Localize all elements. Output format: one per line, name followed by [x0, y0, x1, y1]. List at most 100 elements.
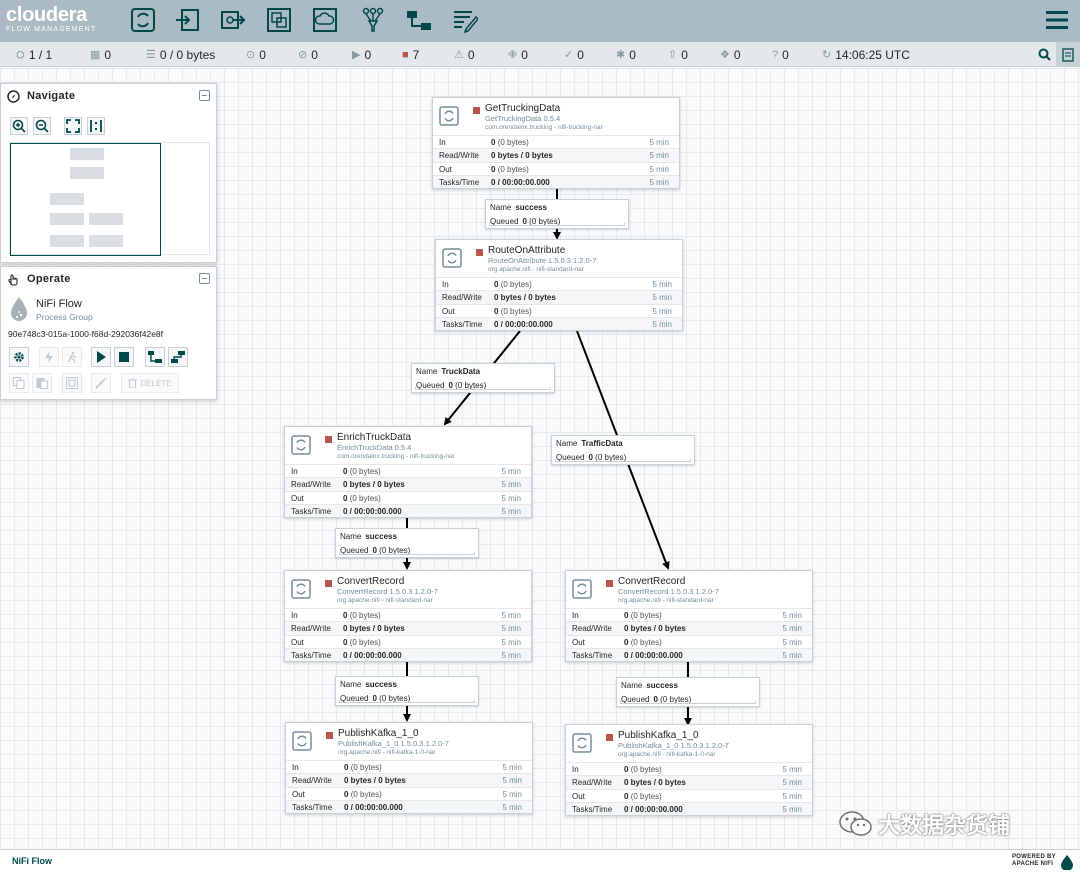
stats-out-row: Out 0 (0 bytes) 5 min — [433, 161, 679, 175]
connection-label-success[interactable]: Name success Queued 0 (0 bytes) — [335, 676, 479, 706]
invalid-status: ⚠ 0 — [454, 48, 475, 62]
processor-route-on-attribute[interactable]: RouteOnAttribute RouteOnAttribute 1.5.0.… — [435, 239, 683, 331]
out-count: 0 — [343, 637, 348, 647]
delete-button[interactable]: DELETE — [121, 373, 179, 393]
connection-name-label: Name — [556, 439, 578, 448]
stats-out-row: Out 0 (0 bytes) 5 min — [285, 634, 531, 648]
processor-convert-record-left[interactable]: ConvertRecord ConvertRecord 1.5.0.3.1.2.… — [284, 570, 532, 662]
disable-icon[interactable] — [62, 347, 82, 367]
birdseye-component — [70, 148, 104, 160]
stats-out-row: Out 0 (0 bytes) 5 min — [436, 303, 682, 317]
bulletin-board-icon[interactable] — [1056, 42, 1080, 67]
connection-label-success[interactable]: Name success Queued 0 (0 bytes) — [616, 677, 760, 707]
read-write-label: Read/Write — [439, 151, 479, 161]
out-count: 0 — [494, 306, 499, 316]
connection-label-truckdata[interactable]: Name TruckData Queued 0 (0 bytes) — [411, 363, 555, 393]
stats-window: 5 min — [501, 467, 521, 476]
create-template-icon[interactable] — [145, 347, 165, 367]
in-value: 0 (0 bytes) — [343, 467, 381, 476]
configure-icon[interactable] — [9, 347, 29, 367]
processor-name: PublishKafka_1_0 — [338, 728, 419, 739]
stopped-status-icon — [473, 107, 480, 114]
processor-stats: In 0 (0 bytes) 5 min Read/Write 0 bytes / 0… — [286, 760, 532, 814]
copy-icon[interactable] — [9, 373, 29, 393]
connection-label-success[interactable]: Name success Queued 0 (0 bytes) — [335, 528, 479, 558]
processor-publish-kafka-right[interactable]: PublishKafka_1_0 PublishKafka_1_0 1.5.0.… — [565, 724, 813, 816]
zoom-in-icon[interactable] — [10, 117, 28, 135]
stopped-status-icon — [325, 580, 332, 587]
connection-name: TrafficData — [581, 439, 623, 448]
label-icon[interactable] — [452, 7, 480, 34]
breadcrumb[interactable]: NiFi Flow — [12, 856, 52, 866]
input-port-icon[interactable] — [174, 7, 200, 33]
funnel-icon[interactable] — [360, 7, 386, 33]
zoom-out-icon[interactable] — [33, 117, 51, 135]
read-write-label: Read/Write — [572, 624, 612, 634]
out-size: (0 bytes) — [349, 637, 381, 647]
in-size: (0 bytes) — [630, 765, 662, 774]
out-label: Out — [291, 637, 304, 647]
processor-convert-record-right[interactable]: ConvertRecord ConvertRecord 1.5.0.3.1.2.… — [565, 570, 813, 662]
in-label: In — [291, 467, 298, 476]
fit-icon[interactable] — [64, 117, 82, 135]
remote-process-group-icon[interactable] — [312, 7, 338, 33]
stats-rw-row: Read/Write 0 bytes / 0 bytes 5 min — [285, 621, 531, 635]
disabled-status: ✙ 0 — [508, 48, 528, 62]
group-icon[interactable] — [62, 373, 82, 393]
in-count: 0 — [624, 765, 629, 774]
processor-stats: In 0 (0 bytes) 5 min Read/Write 0 bytes / 0… — [566, 762, 812, 816]
process-group-icon[interactable] — [266, 7, 292, 33]
in-count: 0 — [343, 611, 348, 620]
stats-window: 5 min — [782, 611, 802, 620]
connection-label-success[interactable]: Name success Queued 0 (0 bytes) — [485, 199, 629, 229]
threads-icon: ▦ — [90, 49, 101, 61]
stats-tasks-row: Tasks/Time 0 / 00:00:00.000 5 min — [285, 647, 531, 662]
enable-icon[interactable] — [39, 347, 59, 367]
refresh-status[interactable]: ↻ 14:06:25 UTC — [822, 48, 910, 62]
stopped-icon: ■ — [402, 49, 409, 61]
connection-name: success — [646, 681, 678, 690]
processor-get-trucking-data[interactable]: GetTruckingData GetTruckingData 0.5.4 co… — [432, 97, 680, 189]
connection-label-trafficdata[interactable]: Name TrafficData Queued 0 (0 bytes) — [551, 435, 695, 465]
cluster-icon: ⛭ — [16, 49, 25, 61]
actual-size-icon[interactable] — [87, 117, 105, 135]
operate-header[interactable]: Operate — [1, 267, 216, 291]
cloudera-logo[interactable]: cloudera FLOW MANAGEMENT — [6, 4, 96, 34]
refresh-icon[interactable]: ↻ — [822, 49, 831, 61]
hamburger-menu-icon[interactable] — [1046, 10, 1068, 30]
upload-template-icon[interactable] — [168, 347, 188, 367]
delete-label: DELETE — [140, 378, 172, 388]
stats-out-row: Out 0 (0 bytes) 5 min — [285, 490, 531, 504]
tasks-label: Tasks/Time — [442, 319, 483, 329]
processor-publish-kafka-left[interactable]: PublishKafka_1_0 PublishKafka_1_0 1.5.0.… — [285, 722, 533, 814]
start-icon[interactable] — [91, 347, 111, 367]
stats-window: 5 min — [501, 480, 521, 490]
collapse-operate-icon[interactable] — [199, 273, 210, 284]
stats-in-row: In 0 (0 bytes) 5 min — [285, 608, 531, 622]
operate-title: Operate — [27, 273, 71, 285]
template-icon[interactable] — [406, 7, 432, 33]
processor-enrich-truck-data[interactable]: EnrichTruckData EnrichTruckData 0.5.4 co… — [284, 426, 532, 518]
processor-icon — [442, 248, 462, 268]
output-port-icon[interactable] — [220, 7, 246, 33]
stats-window: 5 min — [649, 164, 669, 174]
navigate-header[interactable]: Navigate — [1, 84, 216, 108]
footer-bar: NiFi Flow POWERED BY APACHE NIFI — [0, 849, 1080, 872]
up-to-date-value: 0 — [577, 48, 584, 62]
collapse-navigate-icon[interactable] — [199, 90, 210, 101]
in-value: 0 (0 bytes) — [344, 763, 382, 772]
flow-canvas[interactable]: Navigate Operate NiFi Flow Process Group… — [0, 68, 1080, 849]
stopped-status-icon — [325, 436, 332, 443]
search-icon[interactable] — [1032, 42, 1056, 67]
paste-icon[interactable] — [32, 373, 52, 393]
stats-tasks-row: Tasks/Time 0 / 00:00:00.000 5 min — [566, 647, 812, 662]
stop-icon[interactable] — [114, 347, 134, 367]
locally-modified-status: ✱ 0 — [616, 48, 636, 62]
connection-name-label: Name — [340, 680, 362, 689]
processor-icon[interactable] — [130, 7, 156, 33]
birdseye-view[interactable] — [9, 142, 210, 256]
out-label: Out — [292, 789, 305, 799]
color-icon[interactable] — [91, 373, 111, 393]
stats-window: 5 min — [652, 319, 672, 329]
birdseye-component — [50, 213, 84, 225]
